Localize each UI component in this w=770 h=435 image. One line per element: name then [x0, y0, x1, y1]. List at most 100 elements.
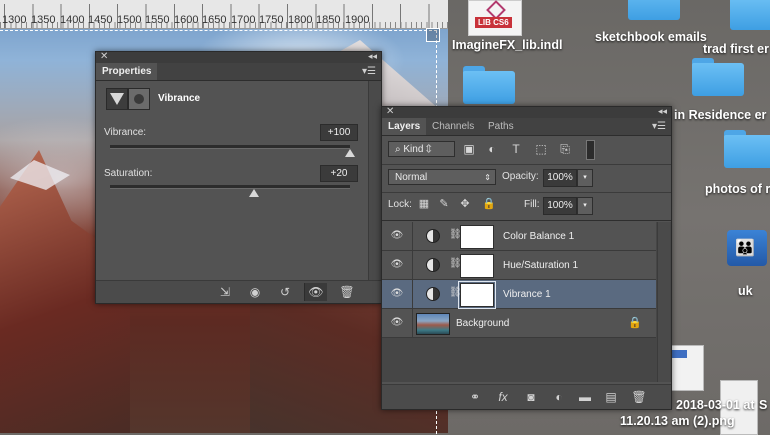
folder-icon[interactable]: [463, 66, 515, 104]
properties-footer: ⇲ ◉ ↺ 👁 🗑: [96, 280, 381, 303]
properties-panel[interactable]: ✕ ◂◂ Properties ▾☰ Vibrance Vibrance: +1…: [95, 51, 382, 304]
layer-name[interactable]: Background: [456, 318, 509, 329]
visibility-eye-icon[interactable]: 👁: [304, 283, 327, 301]
panel-menu-icon[interactable]: ▾☰: [362, 66, 376, 77]
desktop-item-label[interactable]: uk: [738, 284, 753, 298]
layer-mask-thumbnail[interactable]: [460, 225, 494, 249]
vibrance-adjustment-icon[interactable]: [106, 88, 128, 110]
layers-panel[interactable]: ✕ ◂◂ Layers Channels Paths ▾☰ ⌕ Kind ⇕ ▣…: [381, 106, 672, 410]
vibrance-slider[interactable]: [110, 145, 355, 157]
fill-input[interactable]: 100%: [543, 197, 577, 215]
desktop-item-label[interactable]: trad first er: [703, 42, 769, 56]
lock-icon: 🔒: [628, 317, 642, 329]
group-icon[interactable]: ▬: [576, 389, 594, 405]
layer-thumbnail[interactable]: [416, 313, 450, 335]
desktop-item-label[interactable]: ImagineFX_lib.indl: [452, 38, 562, 52]
layer-mask-thumbnail[interactable]: [458, 281, 496, 309]
network-drive-icon[interactable]: 👪: [727, 230, 767, 266]
ruler-label: 1700: [231, 14, 256, 26]
desktop-item-label[interactable]: sketchbook emails: [595, 30, 707, 44]
link-icon[interactable]: ⚭: [466, 389, 484, 405]
filter-pixel-icon[interactable]: ▣: [462, 142, 476, 156]
adjustment-icon[interactable]: ◐: [550, 389, 568, 405]
opacity-input[interactable]: 100%: [543, 169, 577, 187]
layer-name[interactable]: Color Balance 1: [503, 231, 574, 242]
filter-kind-select[interactable]: ⌕ Kind ⇕: [388, 141, 455, 157]
desktop-item-label[interactable]: 2018-03-01 at: [676, 398, 755, 412]
saturation-slider-thumb[interactable]: [249, 189, 259, 197]
blend-mode-select[interactable]: Normal ⇕: [388, 169, 496, 185]
view-previous-icon[interactable]: ◉: [244, 283, 266, 301]
fx-label: fx: [498, 390, 508, 404]
trash-icon[interactable]: 🗑: [630, 389, 648, 405]
properties-scrollbar[interactable]: [368, 81, 381, 290]
layer-mask-icon[interactable]: [128, 88, 150, 110]
layer-row-background[interactable]: 👁 Background 🔒: [382, 309, 656, 338]
desktop-item-label[interactable]: photos of r: [705, 182, 770, 196]
tab-channels[interactable]: Channels: [426, 118, 480, 135]
adjustment-title: Vibrance: [158, 93, 201, 104]
lock-brush-icon[interactable]: ✎: [438, 198, 450, 210]
tab-paths[interactable]: Paths: [482, 118, 520, 135]
vibrance-slider-thumb[interactable]: [345, 149, 355, 157]
ruler-label: 1850: [316, 14, 341, 26]
filter-type-icon[interactable]: T: [509, 142, 523, 156]
new-layer-icon[interactable]: ▤: [602, 389, 620, 405]
folder-icon[interactable]: [730, 0, 770, 30]
transform-handle[interactable]: [426, 28, 440, 42]
collapse-icon[interactable]: ◂◂: [658, 106, 667, 117]
collapse-icon[interactable]: ◂◂: [368, 51, 377, 62]
lock-transparent-icon[interactable]: ▦: [418, 198, 430, 210]
layer-row-color-balance[interactable]: 👁 ⛓ Color Balance 1: [382, 222, 656, 251]
lib-file-icon[interactable]: LIB CS6: [468, 0, 522, 36]
close-icon[interactable]: ✕: [386, 106, 394, 117]
filter-adjustment-icon[interactable]: ◐: [485, 142, 499, 156]
adjustment-layer-icon: [426, 287, 440, 301]
opacity-dropdown-icon[interactable]: ▾: [577, 169, 593, 187]
tab-layers[interactable]: Layers: [382, 118, 427, 135]
fill-dropdown-icon[interactable]: ▾: [577, 197, 593, 215]
ruler-label: 1550: [145, 14, 170, 26]
desktop-item-label[interactable]: 11.20.13 am (2).png: [620, 414, 735, 428]
clip-to-layer-icon[interactable]: ⇲: [214, 283, 236, 301]
saturation-slider[interactable]: [110, 185, 350, 197]
mask-icon[interactable]: ◙: [522, 389, 540, 405]
filter-toggle-switch[interactable]: [586, 140, 595, 160]
desktop-item-label[interactable]: S: [759, 398, 767, 412]
layers-scrollbar[interactable]: [657, 222, 670, 382]
png-file-icon[interactable]: [670, 345, 704, 391]
visibility-eye-icon[interactable]: 👁: [388, 259, 406, 271]
horizontal-ruler[interactable]: 1300 1350 1400 1450 1500 1550 1600 1650 …: [0, 0, 452, 29]
folder-icon[interactable]: [692, 58, 744, 96]
visibility-eye-icon[interactable]: 👁: [388, 317, 406, 329]
vibrance-value-field[interactable]: +100: [320, 124, 358, 141]
reset-icon[interactable]: ↺: [274, 283, 296, 301]
ruler-label: 1800: [288, 14, 313, 26]
layer-row-hue-saturation[interactable]: 👁 ⛓ Hue/Saturation 1: [382, 251, 656, 280]
layer-name[interactable]: Hue/Saturation 1: [503, 260, 578, 271]
panel-titlebar[interactable]: ✕ ◂◂: [96, 51, 381, 63]
trash-icon[interactable]: 🗑: [336, 283, 358, 301]
filter-shape-icon[interactable]: ⬚: [534, 142, 548, 156]
folder-icon[interactable]: [628, 0, 680, 20]
eye-separator: [412, 309, 413, 337]
lock-move-icon[interactable]: ✥: [459, 198, 471, 210]
layer-row-vibrance[interactable]: 👁 ⛓ Vibrance 1: [382, 280, 656, 309]
tab-properties[interactable]: Properties: [96, 63, 158, 80]
fx-icon[interactable]: fx: [494, 389, 512, 405]
folder-icon[interactable]: [724, 130, 770, 168]
saturation-value-field[interactable]: +20: [320, 165, 358, 182]
filter-smart-object-icon[interactable]: ⎘: [558, 142, 572, 156]
panel-menu-icon[interactable]: ▾☰: [652, 121, 666, 132]
close-icon[interactable]: ✕: [100, 51, 108, 62]
visibility-eye-icon[interactable]: 👁: [388, 230, 406, 242]
lock-all-icon[interactable]: 🔒: [482, 198, 496, 210]
layer-mask-thumbnail[interactable]: [460, 254, 494, 278]
ruler-label: 1750: [259, 14, 284, 26]
visibility-eye-icon[interactable]: 👁: [388, 288, 406, 300]
panel-titlebar[interactable]: ✕ ◂◂: [382, 106, 671, 118]
desktop-item-label[interactable]: in Residence er: [674, 108, 766, 122]
ruler-label: 1350: [31, 14, 56, 26]
layer-name[interactable]: Vibrance 1: [503, 289, 551, 300]
opacity-label: Opacity:: [502, 171, 539, 182]
